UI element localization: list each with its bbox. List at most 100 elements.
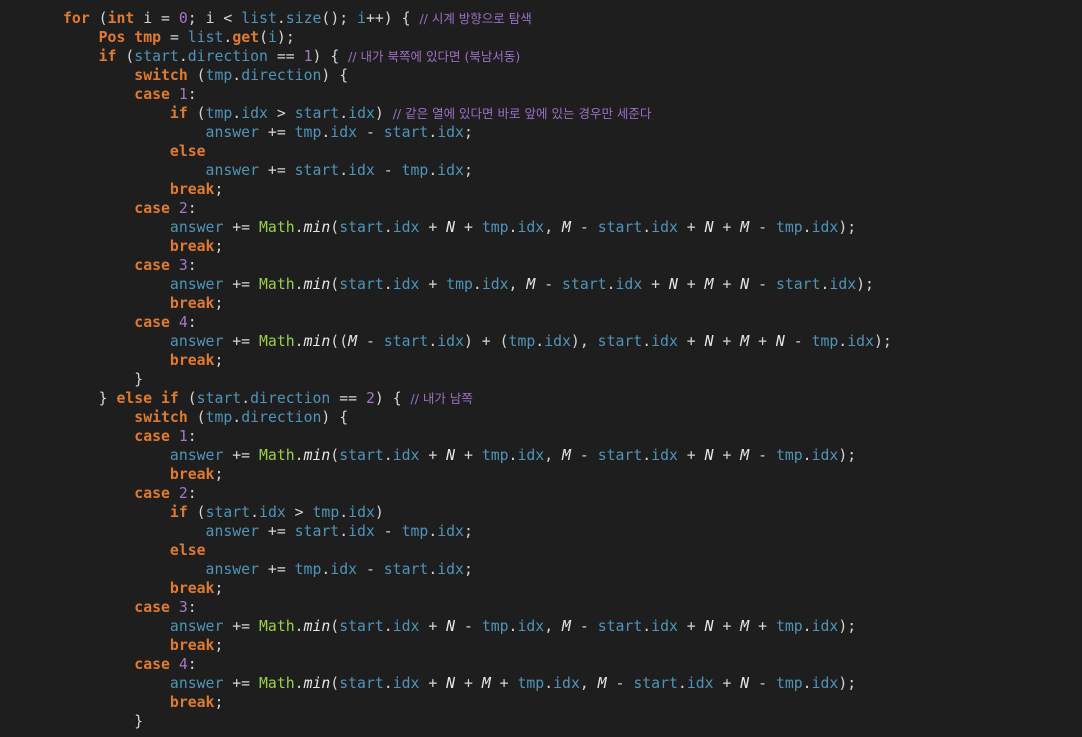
code-line[interactable]: if (start.idx > tmp.idx) <box>63 503 384 522</box>
code-token: tmp <box>205 67 233 84</box>
code-editor[interactable]: for (int i = 0; i < list.size(); i++) { … <box>0 0 1082 737</box>
code-token: ); <box>838 618 857 635</box>
code-token: start <box>597 333 643 350</box>
code-line[interactable]: answer += Math.min(start.idx + N - tmp.i… <box>63 617 856 636</box>
code-token: answer <box>169 219 224 236</box>
code-line[interactable]: answer += Math.min(start.idx + N + tmp.i… <box>63 446 856 465</box>
code-token: list <box>241 10 277 27</box>
code-token: tmp <box>481 219 509 236</box>
code-line[interactable]: answer += tmp.idx - start.idx; <box>63 123 473 142</box>
code-token: ( <box>187 105 206 122</box>
code-token: ); <box>276 29 295 46</box>
code-token: ; <box>463 523 473 540</box>
code-line[interactable]: answer += start.idx - tmp.idx; <box>63 161 473 180</box>
code-line[interactable]: answer += Math.min(start.idx + N + M + t… <box>63 674 856 693</box>
code-token: . <box>232 409 242 426</box>
code-line[interactable]: break; <box>63 180 223 199</box>
code-token: idx <box>348 523 375 540</box>
code-token: ( <box>187 67 206 84</box>
code-token: i <box>357 10 366 27</box>
code-line[interactable]: break; <box>63 294 223 313</box>
code-line[interactable]: } else if (start.direction == 2) { // 내가… <box>63 389 473 408</box>
code-token: ( <box>116 48 135 65</box>
code-token: direction <box>187 48 268 65</box>
code-line[interactable]: case 2: <box>63 484 196 503</box>
code-token: M <box>740 618 750 635</box>
code-line[interactable]: answer += Math.min(start.idx + N + tmp.i… <box>63 218 856 237</box>
code-line[interactable]: if (tmp.idx > start.idx) // 같은 열에 있다면 바로… <box>63 104 652 123</box>
code-line[interactable]: answer += Math.min((M - start.idx) + (tm… <box>63 332 892 351</box>
code-token: ) <box>374 105 393 122</box>
code-line[interactable]: answer += start.idx - tmp.idx; <box>63 522 473 541</box>
code-token: ; <box>214 181 224 198</box>
code-token: i <box>267 29 277 46</box>
code-line[interactable]: } <box>63 370 143 389</box>
code-token: tmp <box>401 523 429 540</box>
code-token: tmp <box>775 675 803 692</box>
code-line[interactable]: if (start.direction == 1) { // 내가 북쪽에 있다… <box>63 47 521 66</box>
code-line[interactable]: case 2: <box>63 199 196 218</box>
code-token: start <box>339 447 384 464</box>
code-line[interactable]: break; <box>63 351 223 370</box>
code-line[interactable]: case 1: <box>63 427 196 446</box>
code-line[interactable]: answer += tmp.idx - start.idx; <box>63 560 473 579</box>
code-line[interactable]: answer += Math.min(start.idx + tmp.idx, … <box>63 275 874 294</box>
code-line[interactable]: else <box>63 142 206 161</box>
code-token: idx <box>437 162 464 179</box>
code-token: + <box>419 447 447 464</box>
code-line[interactable]: switch (tmp.direction) { <box>63 66 348 85</box>
code-line[interactable]: case 4: <box>63 313 196 332</box>
code-line[interactable]: case 4: <box>63 655 196 674</box>
code-token: start <box>339 219 384 236</box>
code-token: tmp <box>775 219 803 236</box>
code-token: idx <box>811 675 839 692</box>
code-line[interactable]: Pos tmp = list.get(i); <box>63 28 295 47</box>
code-line[interactable]: } <box>63 712 143 731</box>
code-line[interactable]: for (int i = 0; i < list.size(); i++) { … <box>63 9 532 28</box>
code-token: - <box>357 124 384 141</box>
code-token: + <box>490 675 518 692</box>
code-line[interactable]: break; <box>63 465 223 484</box>
code-token: ); <box>838 219 857 236</box>
code-token: . <box>250 504 260 521</box>
code-token: break <box>169 466 215 483</box>
code-token: idx <box>517 618 545 635</box>
code-token: . <box>383 276 393 293</box>
code-token: tmp <box>312 504 340 521</box>
code-token: + <box>677 219 705 236</box>
code-token: . <box>383 447 393 464</box>
code-token: answer <box>205 561 259 578</box>
code-token: . <box>241 390 251 407</box>
code-line[interactable]: break; <box>63 579 223 598</box>
code-line[interactable]: case 1: <box>63 85 196 104</box>
code-token: + <box>419 675 447 692</box>
code-token: start <box>294 105 340 122</box>
code-token: . <box>428 523 438 540</box>
code-token: size <box>285 10 322 27</box>
code-token: idx <box>348 162 375 179</box>
code-line[interactable]: break; <box>63 237 223 256</box>
code-token: answer <box>169 618 224 635</box>
code-line[interactable]: case 3: <box>63 598 196 617</box>
code-token: . <box>544 675 554 692</box>
code-line[interactable]: break; <box>63 693 223 712</box>
code-line[interactable]: switch (tmp.direction) { <box>63 408 348 427</box>
code-token: . <box>606 276 616 293</box>
code-token: idx <box>651 219 678 236</box>
code-token: += <box>259 124 295 141</box>
code-token: idx <box>517 447 545 464</box>
code-line[interactable]: case 3: <box>63 256 196 275</box>
code-token: 2 <box>178 200 188 217</box>
code-token: ; <box>214 580 224 597</box>
code-line[interactable]: break; <box>63 636 223 655</box>
code-line[interactable]: else <box>63 541 206 560</box>
